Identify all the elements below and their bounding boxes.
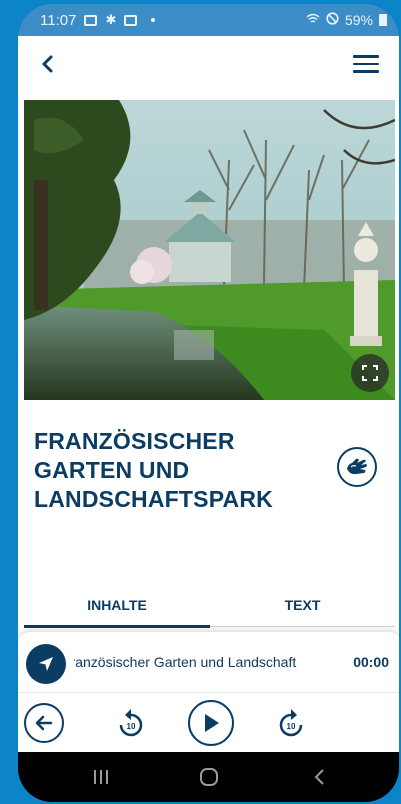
fullscreen-button[interactable] — [351, 354, 389, 392]
active-tab-indicator — [24, 625, 210, 628]
recent-apps-button[interactable] — [86, 764, 116, 790]
back-button[interactable] — [36, 50, 60, 78]
more-notifications-icon — [151, 18, 156, 22]
navigation-button[interactable] — [26, 644, 66, 684]
rewind-10-button[interactable]: 10 — [116, 707, 146, 739]
system-navigation-bar — [18, 752, 399, 802]
previous-button[interactable] — [24, 703, 64, 743]
forward-10-button[interactable]: 10 — [276, 707, 306, 739]
tab-divider — [210, 626, 395, 627]
back-icon — [314, 769, 324, 785]
settings-icon: ✱ — [105, 12, 117, 27]
track-time: 00:00 — [353, 654, 389, 670]
status-time: 11:07 — [40, 11, 77, 29]
track-title: Französischer Garten und Landschaft — [74, 654, 297, 670]
gallery-icon — [84, 14, 98, 26]
rewind-seconds-label: 10 — [127, 722, 136, 731]
play-button[interactable] — [188, 700, 234, 746]
battery-icon — [379, 14, 387, 26]
tab-text[interactable]: TEXT — [210, 585, 395, 625]
park-pavilion-pond-photo — [24, 100, 395, 400]
phone-frame: 11:07 ✱ 59% FRANZÖSISCHER GARTEN UND LAN… — [18, 4, 399, 802]
tab-inhalte[interactable]: INHALTE — [24, 585, 210, 625]
forward-seconds-label: 10 — [287, 722, 296, 731]
notification-icon — [124, 14, 138, 26]
arrow-left-circle-icon — [35, 715, 53, 731]
hero-image — [24, 100, 395, 400]
rewind-10-icon: 10 — [119, 709, 143, 737]
forward-10-icon: 10 — [279, 709, 303, 737]
app-bar — [18, 36, 399, 92]
fullscreen-icon — [362, 365, 378, 381]
navigation-arrow-icon — [39, 657, 53, 671]
chevron-left-icon — [42, 55, 53, 73]
content-tabs: INHALTE TEXT — [24, 585, 395, 629]
sign-language-button[interactable] — [337, 447, 377, 487]
hamburger-menu-icon — [353, 55, 379, 58]
system-back-button[interactable] — [304, 764, 334, 790]
screen: 11:07 ✱ 59% FRANZÖSISCHER GARTEN UND LAN… — [18, 4, 399, 802]
playback-controls: 10 10 — [18, 692, 399, 752]
detail-content: FRANZÖSISCHER GARTEN UND LANDSCHAFTSPARK… — [18, 92, 399, 652]
status-bar: 11:07 ✱ 59% — [18, 4, 399, 36]
recent-apps-icon — [94, 770, 108, 784]
play-icon — [205, 714, 219, 732]
menu-button[interactable] — [353, 55, 379, 73]
home-button[interactable] — [194, 764, 224, 790]
home-icon — [200, 768, 218, 786]
audio-player: Französischer Garten und Landschaft 00:0… — [18, 632, 399, 692]
wifi-icon — [306, 12, 320, 28]
battery-level: 59% — [344, 12, 373, 28]
sign-language-hand-icon — [347, 458, 367, 475]
page-title: FRANZÖSISCHER GARTEN UND LANDSCHAFTSPARK — [34, 428, 273, 512]
do-not-disturb-icon — [326, 12, 339, 28]
